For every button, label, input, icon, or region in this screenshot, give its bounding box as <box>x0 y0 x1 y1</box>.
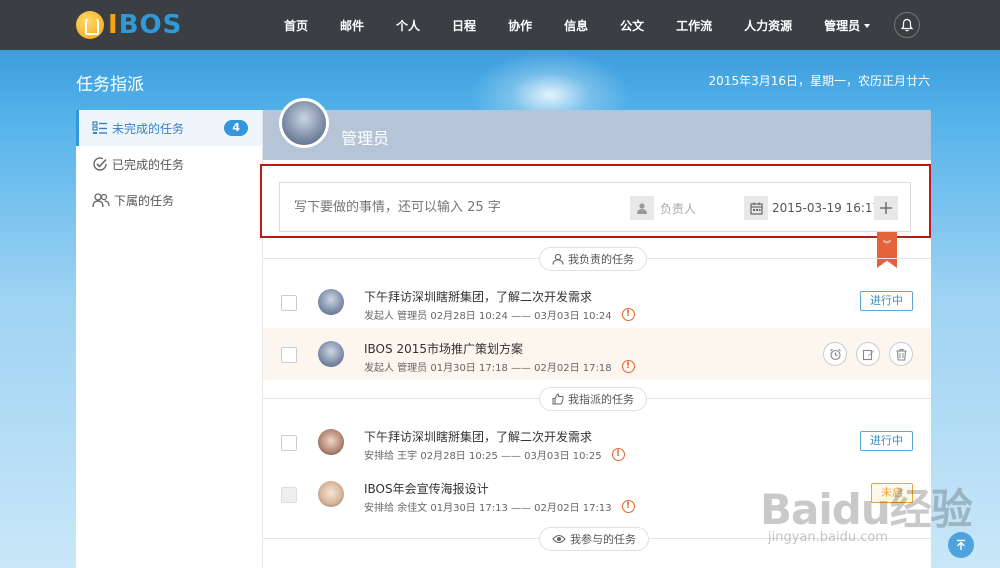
notification-bell-button[interactable] <box>894 12 920 38</box>
task-meta-text: 发起人 管理员 01月30日 17:18 —— 02月02日 17:18 <box>364 363 612 374</box>
table-row[interactable]: 下午拜访深圳瞎掰集团，了解二次开发需求 发起人 管理员 02月28日 10:24… <box>263 276 931 328</box>
section-divider: 我负责的任务 <box>263 240 931 276</box>
bell-icon <box>900 18 914 32</box>
nav-item-mail[interactable]: 邮件 <box>324 17 380 34</box>
section-label-mine: 我负责的任务 <box>539 247 647 271</box>
task-checkbox[interactable] <box>281 347 297 363</box>
section-label-joined: 我参与的任务 <box>539 527 649 551</box>
row-actions <box>814 342 913 366</box>
check-circle-icon <box>93 157 107 171</box>
task-meta-text: 发起人 管理员 02月28日 10:24 —— 03月03日 10:24 <box>364 311 612 322</box>
task-checkbox[interactable] <box>281 295 297 311</box>
plus-icon <box>880 202 892 214</box>
trash-icon <box>896 348 906 361</box>
users-icon <box>92 193 110 208</box>
edit-button[interactable] <box>856 342 880 366</box>
nav-item-hr[interactable]: 人力资源 <box>728 17 808 34</box>
deadline-picker[interactable]: 2015-03-19 16:17 <box>744 196 880 220</box>
task-title[interactable]: 下午拜访深圳瞎掰集团，了解二次开发需求 <box>364 428 592 445</box>
task-meta: 发起人 管理员 02月28日 10:24 —— 03月03日 10:24! <box>364 307 635 322</box>
alarm-clock-icon <box>829 348 841 360</box>
owner-select-button[interactable]: 负责人 <box>630 196 696 220</box>
nav-item-home[interactable]: 首页 <box>268 17 324 34</box>
warning-icon: ! <box>621 360 635 373</box>
top-navbar: IBOS 首页 邮件 个人 日程 协作 信息 公文 工作流 人力资源 管理员 <box>0 0 1000 50</box>
main-nav: 首页 邮件 个人 日程 协作 信息 公文 工作流 人力资源 管理员 <box>268 0 886 50</box>
new-task-composer: 负责人 2015-03-19 16:17 <box>279 182 911 232</box>
task-checkbox[interactable] <box>281 487 297 503</box>
task-meta: 安排给 王宇 02月28日 10:25 —— 03月03日 10:25! <box>364 447 625 462</box>
avatar <box>318 289 344 315</box>
nav-item-documents[interactable]: 公文 <box>604 17 660 34</box>
section-divider: 我指派的任务 <box>263 380 931 416</box>
edit-icon <box>862 349 874 360</box>
task-title[interactable]: 下午拜访深圳瞎掰集团，了解二次开发需求 <box>364 288 592 305</box>
delete-button[interactable] <box>889 342 913 366</box>
person-icon <box>630 196 654 220</box>
eye-icon <box>552 534 566 544</box>
nav-item-collaboration[interactable]: 协作 <box>492 17 548 34</box>
owner-label: 负责人 <box>660 201 697 216</box>
task-count-badge: 4 <box>224 120 248 136</box>
nav-item-workflow[interactable]: 工作流 <box>660 17 728 34</box>
section-title: 我负责的任务 <box>568 253 634 266</box>
task-input[interactable] <box>294 199 614 215</box>
add-task-button[interactable] <box>874 196 898 220</box>
logo-text: IBOS <box>108 10 183 40</box>
arrow-up-icon <box>957 539 965 550</box>
table-row[interactable]: 下午拜访深圳瞎掰集团，了解二次开发需求 安排给 王宇 02月28日 10:25 … <box>263 416 931 468</box>
avatar <box>318 429 344 455</box>
sidebar: 未完成的任务 4 已完成的任务 下属的任务 <box>76 110 263 568</box>
avatar[interactable] <box>279 98 329 148</box>
sidebar-item-label: 已完成的任务 <box>112 157 185 172</box>
deadline-value: 2015-03-19 16:17 <box>772 201 881 215</box>
sidebar-item-completed-tasks[interactable]: 已完成的任务 <box>76 146 262 182</box>
task-meta: 安排给 余佳文 01月30日 17:13 —— 02月02日 17:13! <box>364 499 635 514</box>
warning-icon: ! <box>621 500 635 513</box>
task-meta: 发起人 管理员 01月30日 17:18 —— 02月02日 17:18! <box>364 359 635 374</box>
task-meta-text: 安排给 余佳文 01月30日 17:13 —— 02月02日 17:13 <box>364 503 612 514</box>
nav-item-admin-menu[interactable]: 管理员 <box>808 17 886 34</box>
nav-item-personal[interactable]: 个人 <box>380 17 436 34</box>
task-meta-text: 安排给 王宇 02月28日 10:25 —— 03月03日 10:25 <box>364 451 602 462</box>
baidu-watermark-url: jingyan.baidu.com <box>768 530 888 545</box>
section-label-assigned: 我指派的任务 <box>539 387 647 411</box>
user-header: 管理员 <box>263 98 931 160</box>
task-title[interactable]: IBOS 2015市场推广策划方案 <box>364 340 523 357</box>
sidebar-item-label: 未完成的任务 <box>112 121 185 136</box>
back-to-top-button[interactable] <box>948 532 974 558</box>
header-date: 2015年3月16日，星期一，农历正月廿六 <box>708 74 930 88</box>
warning-icon: ! <box>621 308 635 321</box>
task-checkbox[interactable] <box>281 435 297 451</box>
table-row[interactable]: IBOS 2015市场推广策划方案 发起人 管理员 01月30日 17:18 —… <box>263 328 931 380</box>
calendar-icon <box>744 196 768 220</box>
person-icon <box>552 253 564 265</box>
lightbulb-logo-icon <box>76 11 104 39</box>
section-title: 我参与的任务 <box>570 533 636 546</box>
sidebar-item-incomplete-tasks[interactable]: 未完成的任务 4 <box>76 110 262 146</box>
page-title: 任务指派 <box>76 75 144 95</box>
baidu-watermark: Baidu经验 <box>760 485 973 534</box>
reminder-button[interactable] <box>823 342 847 366</box>
sidebar-item-subordinate-tasks[interactable]: 下属的任务 <box>76 182 262 218</box>
nav-item-messages[interactable]: 信息 <box>548 17 604 34</box>
list-icon <box>92 121 107 134</box>
avatar <box>318 341 344 367</box>
sidebar-item-label: 下属的任务 <box>114 193 175 208</box>
section-title: 我指派的任务 <box>568 393 634 406</box>
task-title[interactable]: IBOS年会宣传海报设计 <box>364 480 489 497</box>
composer-highlight: 负责人 2015-03-19 16:17 <box>260 164 931 238</box>
avatar <box>318 481 344 507</box>
thumbs-up-icon <box>552 393 564 405</box>
admin-menu-label: 管理员 <box>824 18 861 33</box>
user-name: 管理员 <box>341 129 390 148</box>
chevron-down-icon <box>864 24 871 28</box>
nav-item-calendar[interactable]: 日程 <box>436 17 492 34</box>
warning-icon: ! <box>611 448 625 461</box>
ibos-logo[interactable]: IBOS <box>76 8 182 42</box>
status-badge: 进行中 <box>860 291 913 311</box>
status-badge: 进行中 <box>860 431 913 451</box>
